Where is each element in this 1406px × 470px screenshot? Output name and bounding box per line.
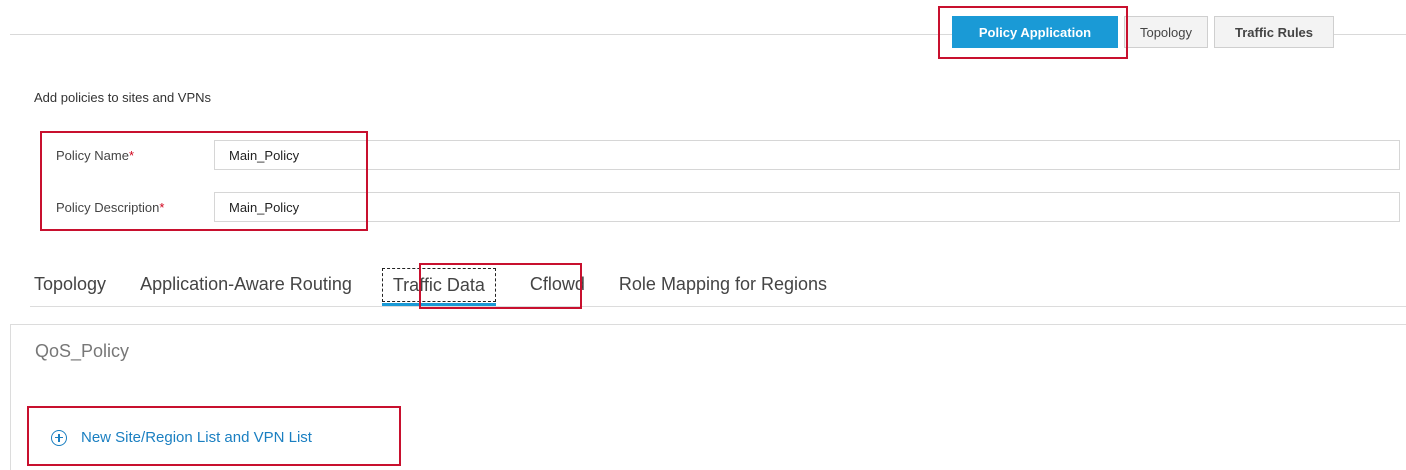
panel-policy-title: QoS_Policy <box>35 341 130 361</box>
policy-type-tabs: Topology Application-Aware Routing Traff… <box>34 268 861 307</box>
required-marker: * <box>128 147 135 163</box>
page-subtitle: Add policies to sites and VPNs <box>34 90 212 105</box>
required-marker: * <box>159 199 165 215</box>
tab-policy-application[interactable]: Policy Application <box>952 16 1118 48</box>
tab-role-mapping-for-regions[interactable]: Role Mapping for Regions <box>619 268 827 302</box>
plus-circle-icon <box>51 429 67 446</box>
policy-description-row: Policy Description* <box>56 192 1400 222</box>
tab-application-aware-routing[interactable]: Application-Aware Routing <box>140 268 352 302</box>
policy-description-label: Policy Description* <box>56 199 165 215</box>
sub-tabs-divider <box>30 306 1406 307</box>
new-site-region-vpn-list-label: New Site/Region List and VPN List <box>81 429 312 446</box>
top-tab-bar: Policy Application Topology Traffic Rule… <box>952 16 1334 48</box>
new-site-region-vpn-list-link[interactable]: New Site/Region List and VPN List <box>51 429 312 446</box>
tab-topology-policy[interactable]: Topology <box>34 268 106 302</box>
tab-topology[interactable]: Topology <box>1124 16 1208 48</box>
tab-cflowd[interactable]: Cflowd <box>530 268 585 302</box>
policy-name-row: Policy Name* <box>56 140 1400 170</box>
policy-name-label: Policy Name* <box>56 147 135 163</box>
policy-description-input[interactable] <box>214 192 1400 222</box>
traffic-data-panel: QoS_Policy New Site/Region List and VPN … <box>10 324 1406 470</box>
policy-application-page: Policy Application Topology Traffic Rule… <box>0 0 1406 470</box>
tab-traffic-rules[interactable]: Traffic Rules <box>1214 16 1334 48</box>
policy-name-input[interactable] <box>214 140 1400 170</box>
tab-traffic-data[interactable]: Traffic Data <box>381 268 496 307</box>
